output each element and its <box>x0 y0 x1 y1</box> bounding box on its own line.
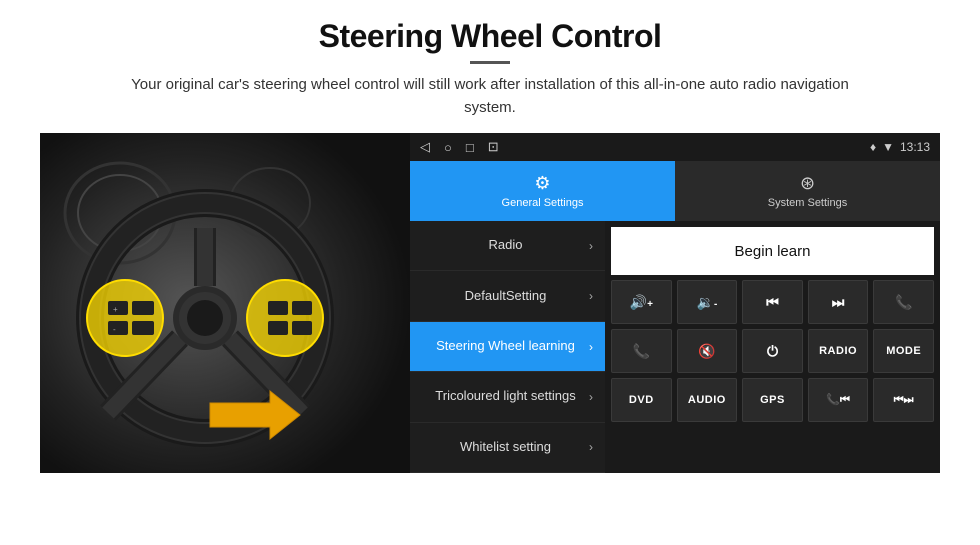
prev-track-button[interactable]: ⏮ <box>742 280 803 324</box>
chevron-icon: › <box>589 340 593 354</box>
hangup-icon: 📞 <box>633 343 650 360</box>
status-bar: ◁ ○ □ ⊡ ♦ ▼ 13:13 <box>410 133 940 161</box>
location-icon: ♦ <box>870 140 876 154</box>
tab-general-label: General Settings <box>502 197 584 209</box>
title-divider <box>470 61 510 64</box>
call-prev-button[interactable]: 📞⏮ <box>808 378 869 422</box>
chevron-icon: › <box>589 239 593 253</box>
prev-next-icon: ⏮⏭ <box>894 394 914 407</box>
menu-default-label: DefaultSetting <box>422 288 589 305</box>
dvd-button[interactable]: DVD <box>611 378 672 422</box>
audio-label: AUDIO <box>688 394 726 406</box>
head-unit: ◁ ○ □ ⊡ ♦ ▼ 13:13 ⚙ General Settings <box>410 133 940 473</box>
volume-up-icon: 🔊+ <box>630 294 653 311</box>
car-steering-wheel-image: + - <box>40 133 410 473</box>
menu-steering-label: Steering Wheel learning <box>422 338 589 355</box>
next-track-icon: ⏭ <box>832 294 845 311</box>
control-row-2: 📞 🔇 ⏻ RADIO MODE <box>611 329 934 373</box>
system-icon: ⊛ <box>800 173 815 194</box>
menu-item-default[interactable]: DefaultSetting › <box>410 271 605 321</box>
status-bar-nav-icons: ◁ ○ □ ⊡ <box>420 139 499 155</box>
tab-system-settings[interactable]: ⊛ System Settings <box>675 161 940 221</box>
volume-up-button[interactable]: 🔊+ <box>611 280 672 324</box>
gear-icon: ⚙ <box>534 173 550 194</box>
screenshot-icon[interactable]: ⊡ <box>488 139 499 155</box>
menu-item-whitelist[interactable]: Whitelist setting › <box>410 423 605 473</box>
mute-icon: 🔇 <box>698 343 715 360</box>
call-button[interactable]: 📞 <box>873 280 934 324</box>
next-track-button[interactable]: ⏭ <box>808 280 869 324</box>
clock: 13:13 <box>900 140 930 154</box>
menu-item-steering[interactable]: Steering Wheel learning › <box>410 322 605 372</box>
hangup-button[interactable]: 📞 <box>611 329 672 373</box>
call-prev-icon: 📞⏮ <box>826 393 850 407</box>
volume-down-button[interactable]: 🔉- <box>677 280 738 324</box>
mute-button[interactable]: 🔇 <box>677 329 738 373</box>
control-row-1: 🔊+ 🔉- ⏮ ⏭ 📞 <box>611 280 934 324</box>
begin-learn-row: Begin learn <box>611 227 934 275</box>
content-row: + - <box>40 133 940 473</box>
prev-next-button[interactable]: ⏮⏭ <box>873 378 934 422</box>
radio-button[interactable]: RADIO <box>808 329 869 373</box>
phone-icon: 📞 <box>895 294 912 311</box>
menu-whitelist-label: Whitelist setting <box>422 439 589 456</box>
menu-item-tricoloured[interactable]: Tricoloured light settings › <box>410 372 605 422</box>
volume-down-icon: 🔉- <box>697 294 718 311</box>
tab-general-settings[interactable]: ⚙ General Settings <box>410 161 675 221</box>
svg-text:+: + <box>113 305 118 314</box>
menu-list: Radio › DefaultSetting › Steering Wheel … <box>410 221 605 473</box>
tab-system-label: System Settings <box>768 197 847 209</box>
wifi-icon: ▼ <box>882 140 894 154</box>
recents-icon[interactable]: □ <box>466 140 474 155</box>
back-icon[interactable]: ◁ <box>420 139 430 155</box>
begin-learn-button[interactable]: Begin learn <box>611 227 934 275</box>
mode-button[interactable]: MODE <box>873 329 934 373</box>
control-panel: Begin learn 🔊+ 🔉- ⏮ <box>605 221 940 473</box>
power-icon: ⏻ <box>767 343 778 360</box>
chevron-icon: › <box>589 440 593 454</box>
dvd-label: DVD <box>629 394 654 406</box>
prev-track-icon: ⏮ <box>766 294 779 311</box>
car-image-container: + - <box>40 133 410 473</box>
main-area: Radio › DefaultSetting › Steering Wheel … <box>410 221 940 473</box>
power-button[interactable]: ⏻ <box>742 329 803 373</box>
menu-item-radio[interactable]: Radio › <box>410 221 605 271</box>
tabs-row: ⚙ General Settings ⊛ System Settings <box>410 161 940 221</box>
svg-text:-: - <box>113 325 116 334</box>
page-title: Steering Wheel Control <box>319 18 662 55</box>
page-subtitle: Your original car's steering wheel contr… <box>130 74 850 119</box>
home-icon[interactable]: ○ <box>444 140 452 155</box>
page-container: Steering Wheel Control Your original car… <box>0 0 980 483</box>
menu-tricoloured-label: Tricoloured light settings <box>422 388 589 405</box>
gps-label: GPS <box>760 394 785 406</box>
mode-label: MODE <box>886 345 921 357</box>
menu-radio-label: Radio <box>422 237 589 254</box>
chevron-icon: › <box>589 390 593 404</box>
radio-label: RADIO <box>819 345 857 357</box>
audio-button[interactable]: AUDIO <box>677 378 738 422</box>
chevron-icon: › <box>589 289 593 303</box>
gps-button[interactable]: GPS <box>742 378 803 422</box>
control-row-3: DVD AUDIO GPS 📞⏮ ⏮⏭ <box>611 378 934 422</box>
status-bar-info: ♦ ▼ 13:13 <box>870 140 930 154</box>
